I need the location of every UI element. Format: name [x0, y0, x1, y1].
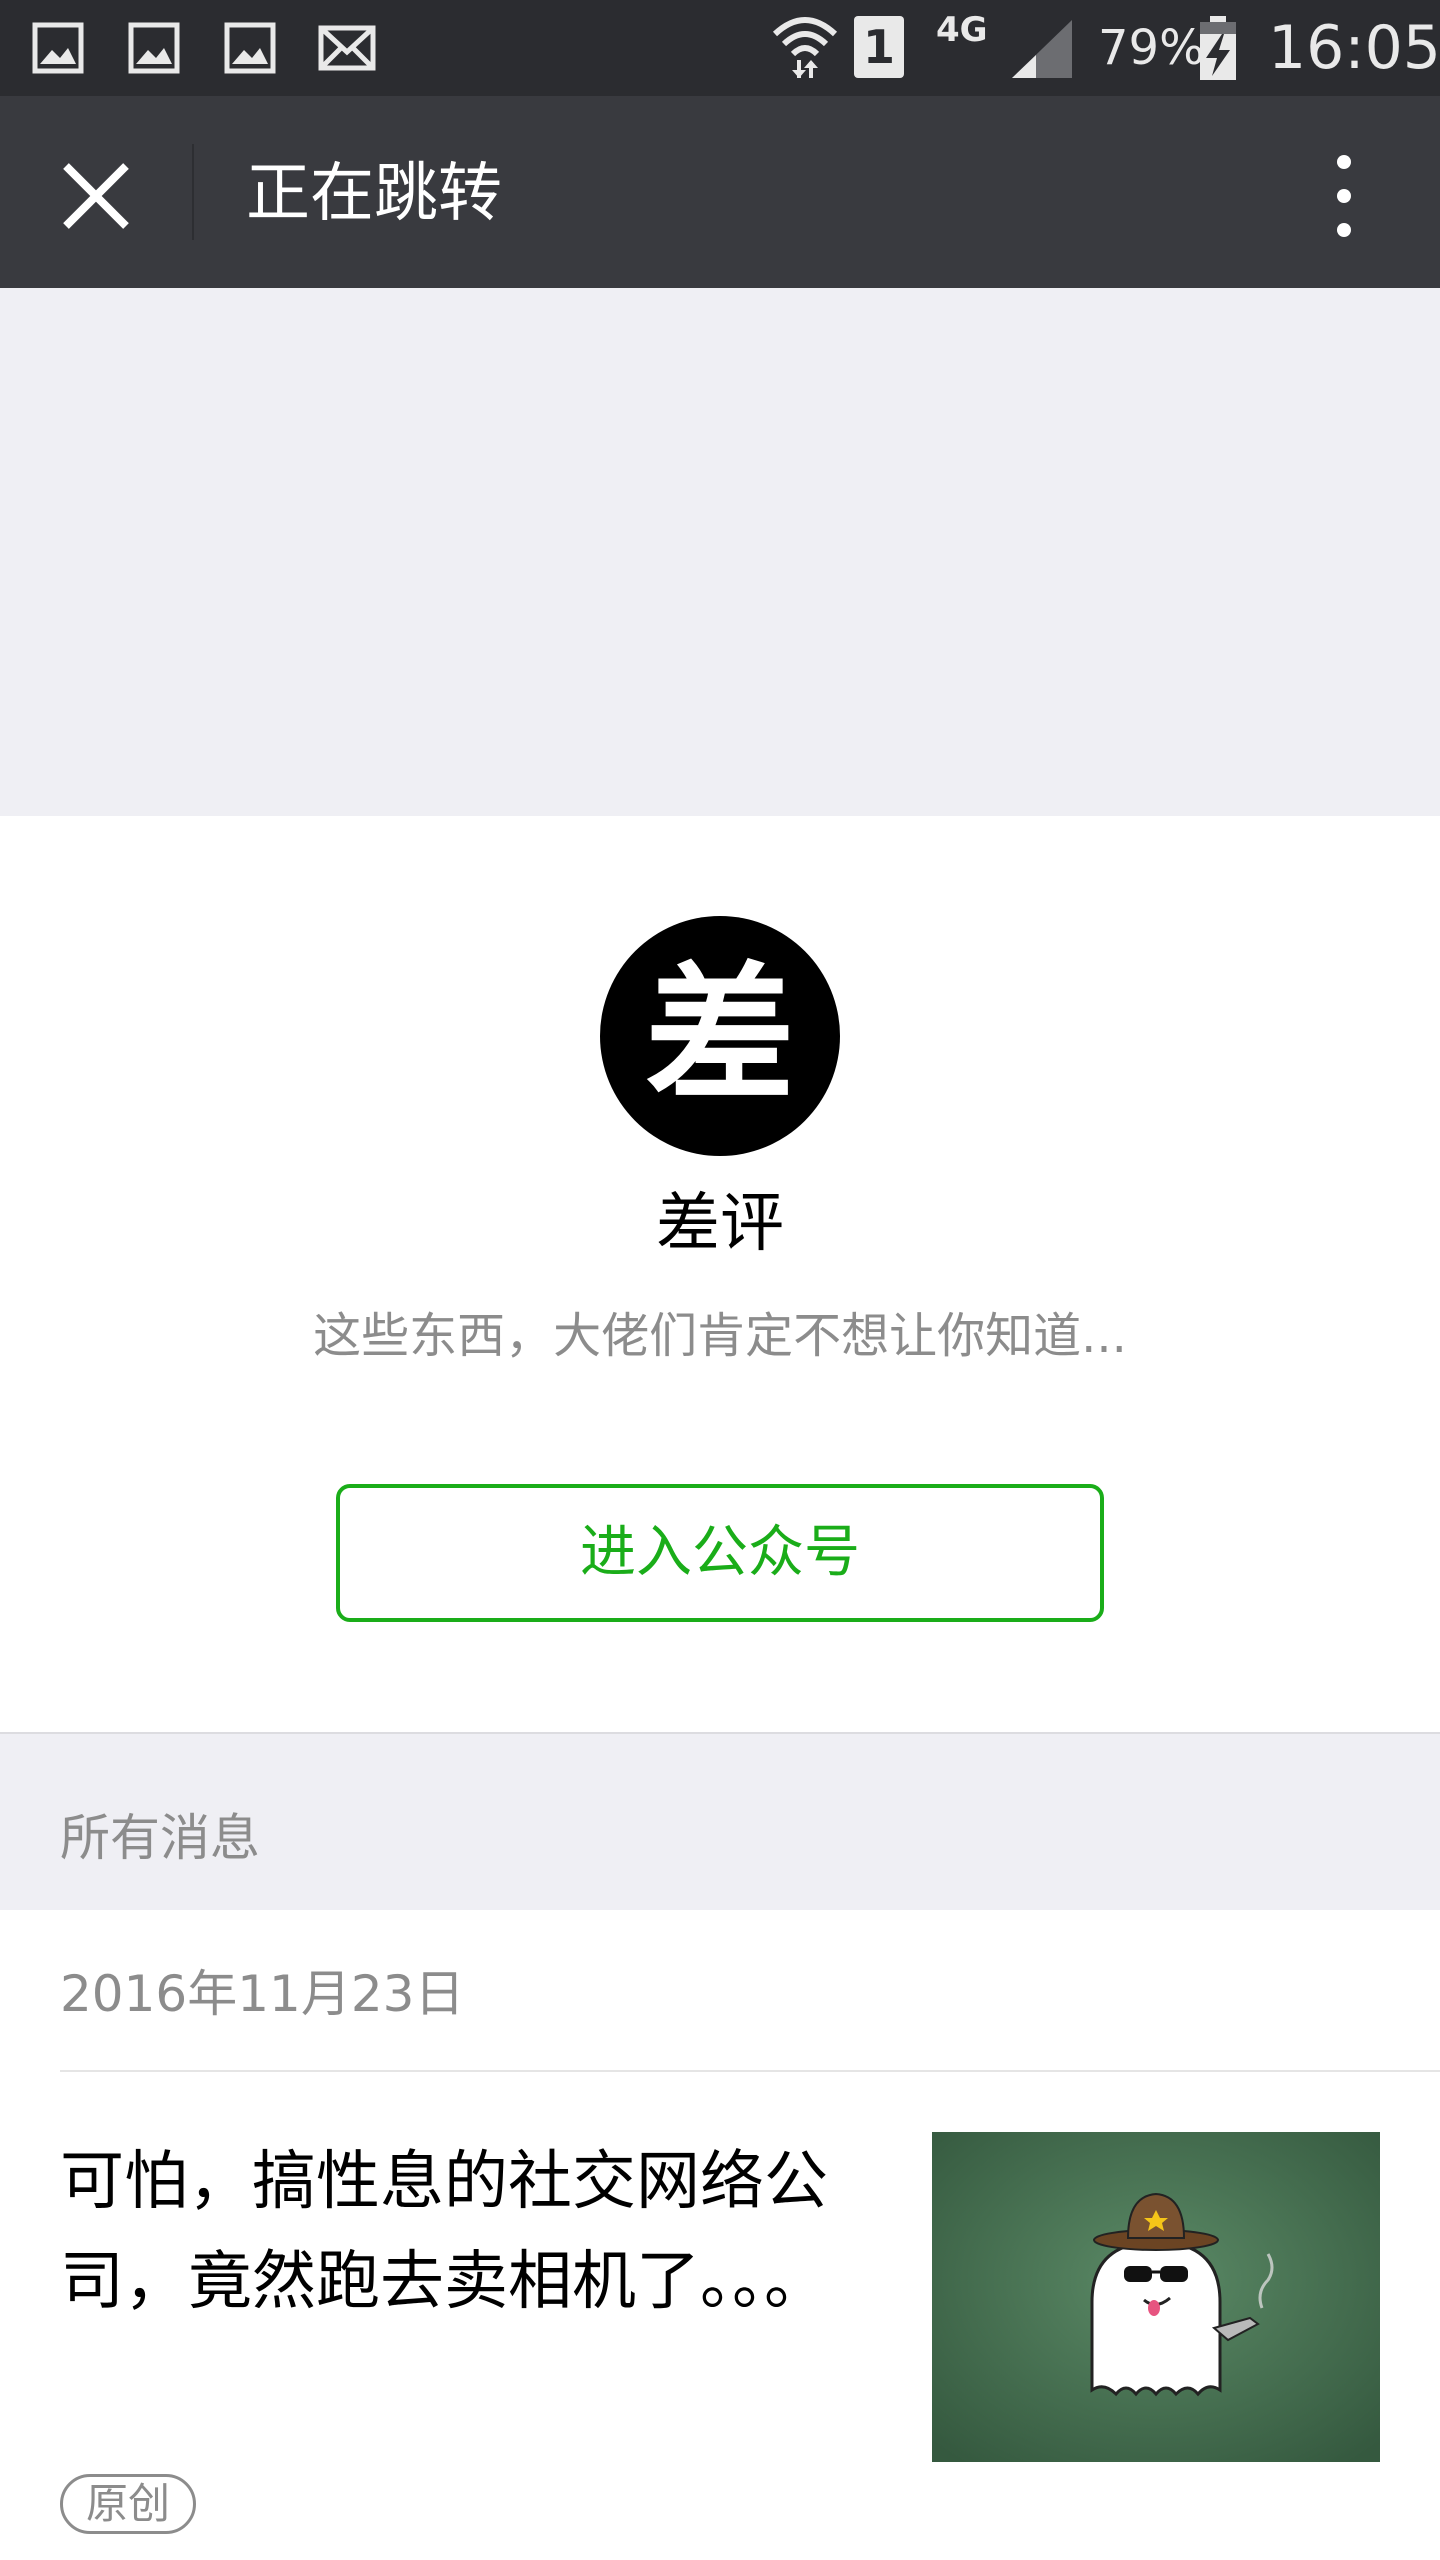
clock: 16:05 [1268, 13, 1440, 83]
more-vertical-icon[interactable] [1316, 148, 1372, 244]
article-thumbnail[interactable] [932, 2132, 1380, 2462]
gallery-icon [32, 22, 84, 74]
close-icon[interactable] [56, 156, 136, 236]
account-name: 差评 [656, 1187, 784, 1261]
wifi-icon [772, 17, 838, 78]
battery-percent: 79% [1098, 20, 1205, 76]
message-date: 2016年11月23日 [60, 1965, 465, 2023]
title-bar: 正在跳转 [0, 96, 1440, 288]
account-profile: 差 差评 这些东西，大佬们肯定不想让你知道... 进入公众号 [0, 816, 1440, 1732]
account-description: 这些东西，大佬们肯定不想让你知道... [313, 1308, 1127, 1364]
article-item[interactable]: 可怕，搞性息的社交网络公司，竟然跑去卖相机了。。。 原创 [0, 2072, 1440, 2560]
article-title[interactable]: 可怕，搞性息的社交网络公司，竟然跑去卖相机了。。。 [60, 2132, 840, 2332]
signal-icon [1012, 20, 1072, 78]
loading-banner [0, 288, 1440, 816]
gallery-icon [128, 22, 180, 74]
all-messages-header: 所有消息 [0, 1732, 1440, 1912]
status-bar: 1 4G 79% 16:05 [0, 0, 1440, 96]
battery-charging-icon [1200, 16, 1236, 80]
network-type: 4G [936, 10, 988, 50]
page-title: 正在跳转 [246, 157, 502, 231]
enter-official-account-button[interactable]: 进入公众号 [336, 1484, 1104, 1622]
original-tag: 原创 [60, 2474, 196, 2534]
message-date-row: 2016年11月23日 [0, 1910, 1440, 2070]
avatar-text: 差 [644, 949, 795, 1123]
sim-slot-label: 1 [862, 20, 895, 74]
section-title: 所有消息 [60, 1809, 260, 1867]
nav-divider [192, 144, 194, 240]
gallery-icon [224, 22, 276, 74]
sim-icon: 1 [854, 16, 904, 78]
mail-icon [318, 25, 376, 71]
avatar: 差 [600, 916, 840, 1156]
